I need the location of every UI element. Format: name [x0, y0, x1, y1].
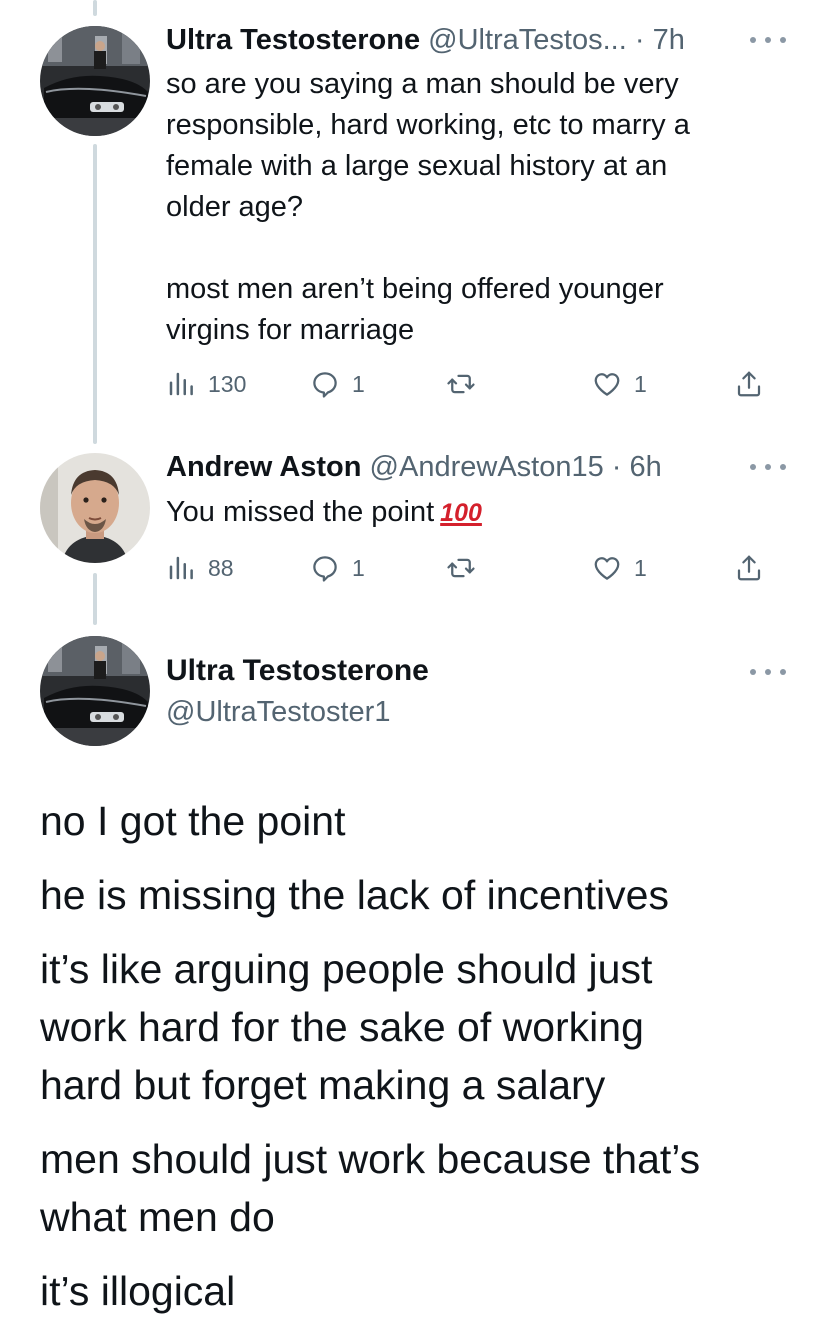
ellipsis-dot	[765, 37, 771, 43]
tweet-paragraph: it’s like arguing people should just	[40, 946, 653, 992]
ellipsis-icon	[750, 669, 756, 675]
tweet-paragraph: he is missing the lack of incentives	[40, 872, 669, 918]
tweet-actions: 88 1 1	[166, 550, 766, 586]
avatar[interactable]	[40, 26, 150, 136]
share-button[interactable]	[734, 550, 764, 586]
tweet-line: most men aren’t being offered younger	[166, 273, 664, 305]
avatar[interactable]	[40, 453, 150, 563]
more-options-button[interactable]	[750, 457, 786, 477]
tweet-header: Andrew Aston @AndrewAston15 · 6h	[166, 449, 662, 485]
face-photo-avatar	[40, 453, 150, 563]
user-handle[interactable]: @UltraTestoster1	[166, 693, 390, 731]
more-options-button[interactable]	[750, 30, 786, 50]
tweet-text: You missed the point 100	[166, 492, 786, 534]
ellipsis-dot	[780, 669, 786, 675]
reply-count: 1	[352, 370, 365, 397]
retweet-button[interactable]	[446, 366, 476, 402]
separator-dot: ·	[611, 451, 622, 483]
display-name[interactable]: Ultra Testosterone	[166, 652, 429, 690]
car-photo-avatar	[40, 26, 150, 136]
ellipsis-dot	[765, 669, 771, 675]
tweet-line: female with a large sexual history at an	[166, 150, 668, 182]
bar-chart-icon	[169, 372, 193, 396]
hundred-points-emoji: 100	[440, 499, 482, 527]
retweet-arrows-icon	[447, 558, 475, 578]
tweet-paragraph: hard but forget making a salary	[40, 1062, 606, 1108]
views-count: 130	[208, 370, 247, 397]
tweet-paragraph: men should just work because that’s	[40, 1136, 701, 1182]
main-tweet-text: no I got the point he is missing the lac…	[40, 792, 800, 1320]
timestamp[interactable]: 7h	[653, 24, 685, 56]
tweet-text: so are you saying a man should be very r…	[166, 64, 786, 351]
tweet-header: Ultra Testosterone @UltraTestos... · 7h	[166, 22, 685, 58]
speech-bubble-icon	[313, 372, 337, 398]
tweet-line: so are you saying a man should be very	[166, 68, 679, 100]
ellipsis-icon	[750, 464, 756, 470]
reply-count: 1	[352, 554, 365, 581]
reply-button[interactable]: 1	[310, 366, 365, 402]
user-handle[interactable]: @AndrewAston15	[370, 451, 604, 483]
heart-icon	[594, 373, 620, 396]
thread-line-2	[93, 573, 97, 625]
ellipsis-dot	[765, 464, 771, 470]
display-name[interactable]: Andrew Aston	[166, 451, 361, 483]
ellipsis-dot	[780, 464, 786, 470]
share-upload-icon	[737, 555, 761, 581]
tweet-paragraph: no I got the point	[40, 798, 346, 844]
views-button[interactable]: 130	[166, 366, 246, 402]
ellipsis-dot	[780, 37, 786, 43]
car-photo-avatar	[40, 636, 150, 746]
tweet-line: virgins for marriage	[166, 314, 415, 346]
heart-icon	[594, 557, 620, 580]
avatar[interactable]	[40, 636, 150, 746]
tweet-actions: 130 1 1	[166, 366, 766, 402]
retweet-button[interactable]	[446, 550, 476, 586]
display-name[interactable]: Ultra Testosterone	[166, 24, 420, 56]
tweet-paragraph: work hard for the sake of working	[40, 1004, 644, 1050]
like-count: 1	[634, 554, 647, 581]
thread-line-top	[93, 0, 97, 16]
tweet-paragraph: it’s illogical	[40, 1268, 236, 1314]
timestamp[interactable]: 6h	[630, 451, 662, 483]
views-button[interactable]: 88	[166, 550, 234, 586]
ellipsis-icon	[750, 37, 756, 43]
bar-chart-icon	[169, 556, 193, 580]
share-upload-icon	[737, 371, 761, 397]
user-handle[interactable]: @UltraTestos...	[428, 24, 627, 56]
separator-dot: ·	[634, 24, 645, 56]
retweet-arrows-icon	[447, 374, 475, 394]
views-count: 88	[208, 554, 234, 581]
tweet-paragraph: what men do	[40, 1194, 275, 1240]
speech-bubble-icon	[313, 556, 337, 582]
like-button[interactable]: 1	[592, 366, 647, 402]
more-options-button[interactable]	[750, 662, 786, 682]
like-button[interactable]: 1	[592, 550, 647, 586]
like-count: 1	[634, 370, 647, 397]
share-button[interactable]	[734, 366, 764, 402]
thread-line-1	[93, 144, 97, 444]
tweet-line: responsible, hard working, etc to marry …	[166, 109, 690, 141]
reply-button[interactable]: 1	[310, 550, 365, 586]
tweet-line: You missed the point	[166, 496, 435, 528]
tweet-line: older age?	[166, 191, 304, 223]
